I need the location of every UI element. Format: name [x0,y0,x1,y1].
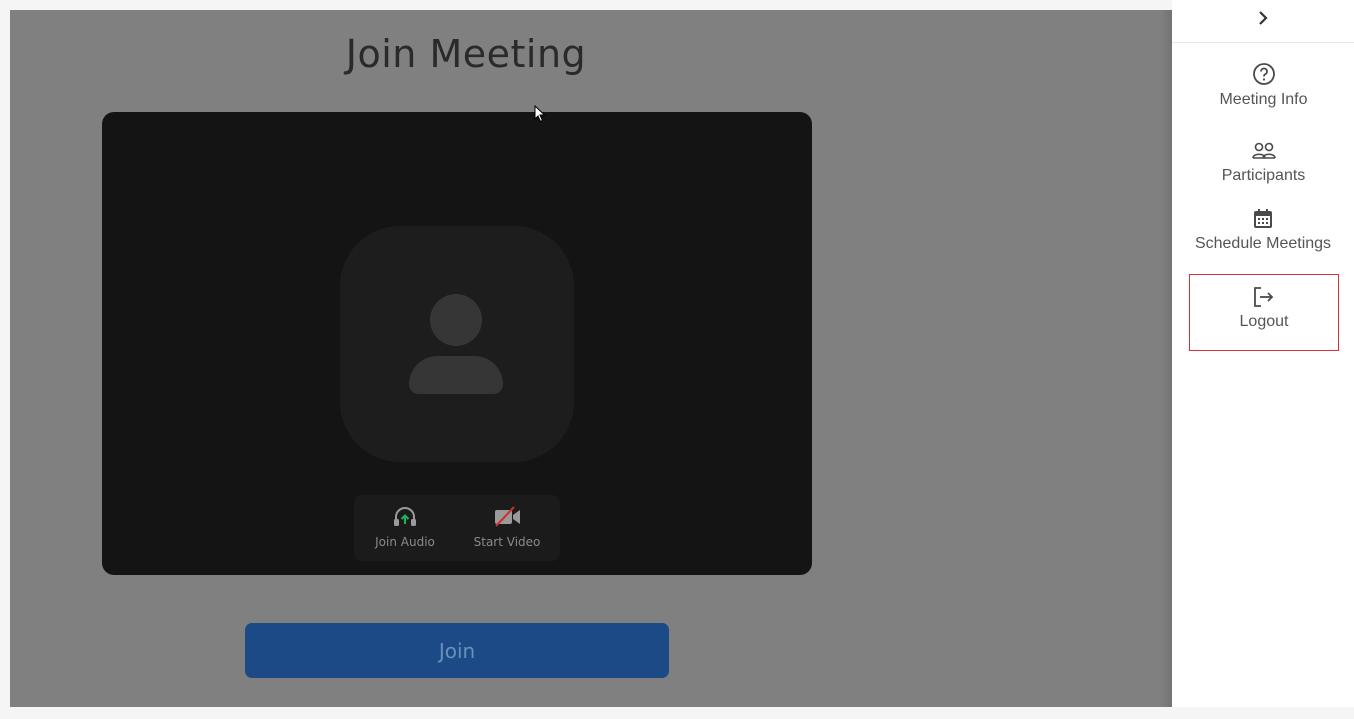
collapse-sidebar-button[interactable] [1172,0,1354,43]
avatar-head [430,294,482,346]
page: Join Meeting Join Audio Start Video Join… [0,0,1354,719]
sidebar-item-label: Participants [1221,167,1306,184]
mouse-cursor-icon [534,104,546,128]
join-audio-label: Join Audio [375,535,435,549]
sidebar-shadow [1160,10,1172,707]
sidebar-item-meeting-info[interactable]: Meeting Info [1189,62,1338,132]
sidebar: Meeting Info Participants Schedule Meeti… [1172,0,1354,707]
sidebar-item-logout[interactable]: Logout [1189,274,1339,351]
question-circle-icon [1189,62,1338,86]
join-meeting-panel: Join Meeting Join Audio Start Video Join [10,10,1172,707]
page-title: Join Meeting [345,32,587,76]
preview-controls: Join Audio Start Video [354,495,560,561]
sidebar-item-label: Schedule Meetings [1194,235,1332,252]
headphones-icon [356,505,454,527]
bottom-strip [0,707,1354,719]
logout-icon [1190,286,1338,308]
sidebar-item-participants[interactable]: Participants [1189,140,1338,210]
video-off-icon [458,505,556,527]
chevron-right-icon [1257,11,1269,30]
sidebar-item-label: Logout [1239,313,1289,330]
participants-icon [1189,140,1338,162]
sidebar-item-schedule-meetings[interactable]: Schedule Meetings [1172,208,1354,268]
start-video-label: Start Video [473,535,541,549]
sidebar-item-label: Meeting Info [1219,91,1308,108]
avatar-body [409,356,503,394]
calendar-icon [1172,208,1354,230]
join-audio-button[interactable]: Join Audio [356,505,454,549]
join-button[interactable]: Join [245,623,669,678]
avatar-placeholder [340,226,574,462]
video-preview: Join Audio Start Video [102,112,812,575]
start-video-button[interactable]: Start Video [458,505,556,549]
